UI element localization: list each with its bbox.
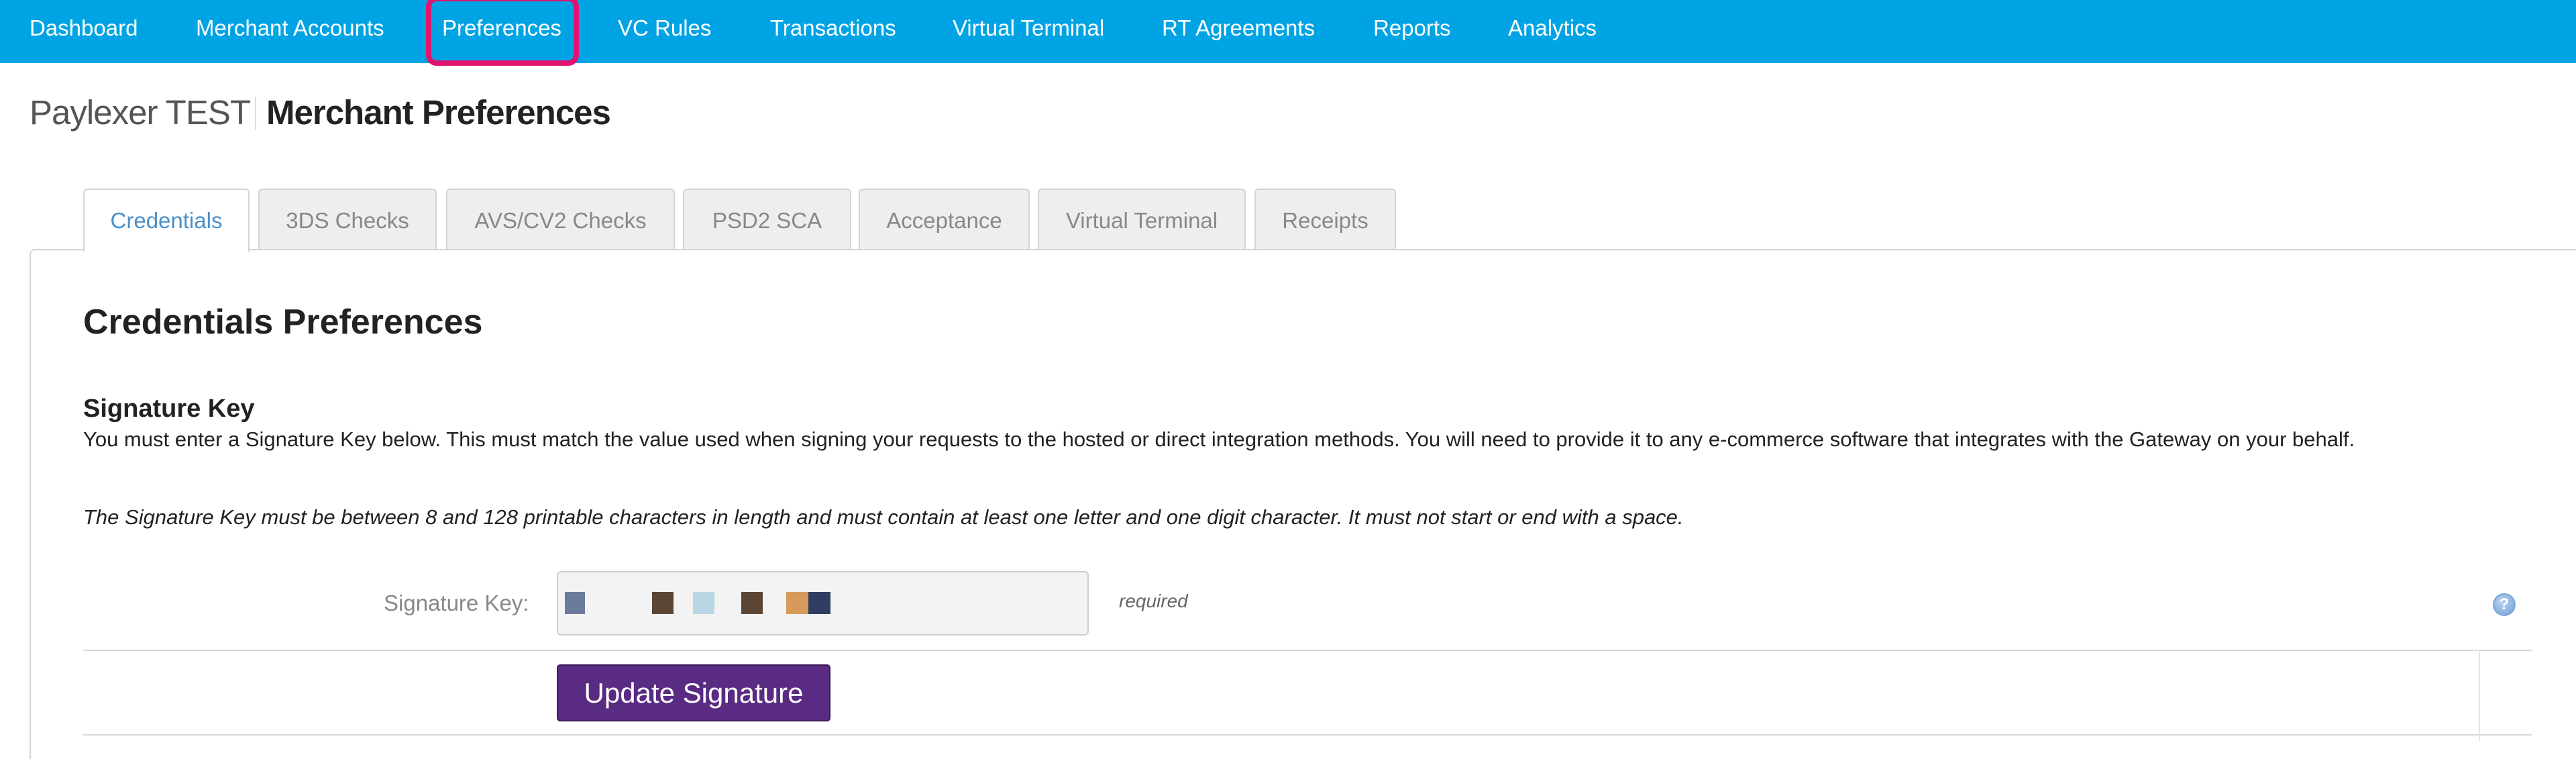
top-nav: Dashboard Merchant Accounts Preferences … xyxy=(0,0,2576,63)
nav-rt-agreements[interactable]: RT Agreements xyxy=(1162,0,1315,56)
nav-transactions[interactable]: Transactions xyxy=(770,0,896,56)
nav-preferences[interactable]: Preferences xyxy=(442,0,561,56)
column-divider xyxy=(2479,650,2480,741)
nav-virtual-terminal[interactable]: Virtual Terminal xyxy=(953,0,1104,56)
section-title: Credentials Preferences xyxy=(83,303,483,342)
update-signature-button[interactable]: Update Signature xyxy=(557,664,830,721)
row-divider xyxy=(83,734,2532,736)
tab-psd2-sca[interactable]: PSD2 SCA xyxy=(683,189,851,251)
nav-merchant-accounts[interactable]: Merchant Accounts xyxy=(196,0,384,56)
tab-acceptance[interactable]: Acceptance xyxy=(859,189,1030,251)
required-hint: required xyxy=(1119,591,1188,611)
row-divider xyxy=(83,650,2532,651)
redaction-block xyxy=(741,592,763,614)
redaction-block xyxy=(808,592,830,614)
redaction-block xyxy=(786,592,808,614)
tab-virtual-terminal[interactable]: Virtual Terminal xyxy=(1038,189,1246,251)
signature-key-label: Signature Key: xyxy=(384,591,529,615)
signature-key-heading: Signature Key xyxy=(83,395,255,423)
nav-dashboard[interactable]: Dashboard xyxy=(30,0,138,56)
signature-key-description: You must enter a Signature Key below. Th… xyxy=(83,427,2355,451)
title-divider xyxy=(255,97,256,130)
page-title: Merchant Preferences xyxy=(266,93,611,132)
nav-reports[interactable]: Reports xyxy=(1373,0,1451,56)
redaction-block xyxy=(693,592,714,614)
signature-key-input[interactable] xyxy=(557,571,1089,636)
signature-key-note: The Signature Key must be between 8 and … xyxy=(83,505,1684,529)
redaction-block xyxy=(652,592,674,614)
brand-name: Paylexer TEST xyxy=(30,93,251,132)
redaction-block xyxy=(565,592,585,614)
tab-receipts[interactable]: Receipts xyxy=(1254,189,1396,251)
tab-credentials[interactable]: Credentials xyxy=(83,189,250,252)
nav-analytics[interactable]: Analytics xyxy=(1508,0,1597,56)
question-circle-icon[interactable]: ? xyxy=(2493,593,2516,616)
tab-avs-cv2-checks[interactable]: AVS/CV2 Checks xyxy=(446,189,675,251)
nav-vc-rules[interactable]: VC Rules xyxy=(618,0,711,56)
tab-3ds-checks[interactable]: 3DS Checks xyxy=(258,189,437,251)
